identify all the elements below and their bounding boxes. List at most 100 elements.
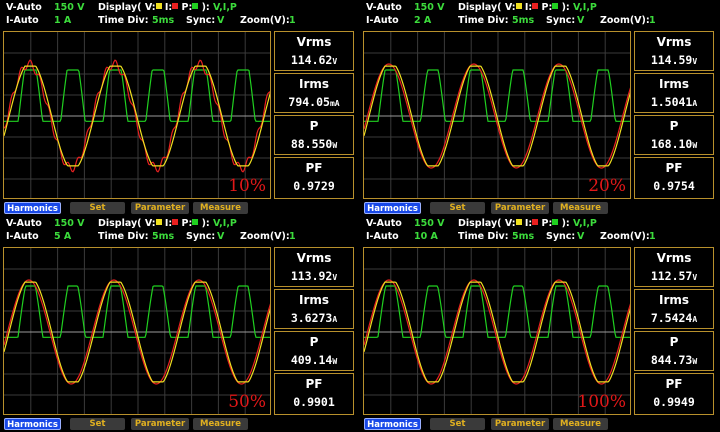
power-label: P xyxy=(309,119,319,133)
vrms-unit: V xyxy=(332,273,338,282)
current-range-value[interactable]: 10 A xyxy=(414,231,438,242)
load-percentage: 20% xyxy=(588,176,626,196)
set-button[interactable]: Set xyxy=(70,418,125,430)
vrms-unit: V xyxy=(692,273,698,282)
current-range-value[interactable]: 2 A xyxy=(414,15,431,26)
panel-header: V-Auto 150 V Display( V: I: P: ): V,I,P … xyxy=(0,216,357,246)
load-percentage: 10% xyxy=(228,176,266,196)
zoom-label: Zoom(V): xyxy=(240,15,290,26)
current-range-mode[interactable]: I-Auto xyxy=(366,231,399,242)
irms-unit: mA xyxy=(329,99,340,108)
sync-label: Sync: xyxy=(546,15,576,26)
voltage-range-mode[interactable]: V-Auto xyxy=(366,218,402,229)
vrms-value: 114.62 xyxy=(290,53,333,67)
harmonics-button[interactable]: Harmonics xyxy=(364,418,421,430)
harmonics-button[interactable]: Harmonics xyxy=(4,418,61,430)
vrms-readout: Vrms 113.92V xyxy=(274,247,354,287)
harmonics-button[interactable]: Harmonics xyxy=(364,202,421,214)
waveform-plot xyxy=(364,248,630,414)
analyzer-panel: V-Auto 150 V Display( V: I: P: ): V,I,P … xyxy=(360,0,717,214)
softkey-bar: Harmonics Set Parameter Measure xyxy=(0,418,357,430)
pf-label: PF xyxy=(665,161,683,175)
sync-value[interactable]: V xyxy=(217,15,224,26)
irms-readout: Irms 1.5041A xyxy=(634,73,714,113)
measurement-panel: Vrms 112.57V Irms 7.5424A P 844.73W PF 0… xyxy=(634,247,714,415)
set-button[interactable]: Set xyxy=(430,418,485,430)
panel-header: V-Auto 150 V Display( V: I: P: ): V,I,P … xyxy=(0,0,357,30)
voltage-range-value[interactable]: 150 V xyxy=(54,218,85,229)
voltage-range-value[interactable]: 150 V xyxy=(414,218,445,229)
irms-unit: A xyxy=(692,99,698,108)
irms-readout: Irms 7.5424A xyxy=(634,289,714,329)
set-button[interactable]: Set xyxy=(430,202,485,214)
time-div-value[interactable]: 5ms xyxy=(152,231,174,242)
voltage-range-mode[interactable]: V-Auto xyxy=(366,2,402,13)
pf-readout: PF 0.9949 xyxy=(634,373,714,415)
zoom-value[interactable]: 1 xyxy=(649,231,656,242)
parameter-button[interactable]: Parameter xyxy=(491,202,549,214)
pf-value: 0.9729 xyxy=(293,179,335,193)
vrms-value: 114.59 xyxy=(650,53,693,67)
pf-label: PF xyxy=(305,161,323,175)
softkey-bar: Harmonics Set Parameter Measure xyxy=(360,202,717,214)
analyzer-panel: V-Auto 150 V Display( V: I: P: ): V,I,P … xyxy=(0,216,357,430)
sync-value[interactable]: V xyxy=(577,15,584,26)
voltage-range-mode[interactable]: V-Auto xyxy=(6,218,42,229)
softkey-bar: Harmonics Set Parameter Measure xyxy=(0,202,357,214)
parameter-button[interactable]: Parameter xyxy=(491,418,549,430)
voltage-range-mode[interactable]: V-Auto xyxy=(6,2,42,13)
measure-button[interactable]: Measure xyxy=(553,418,608,430)
pf-readout: PF 0.9901 xyxy=(274,373,354,415)
display-setting[interactable]: Display( V: I: P: ): V,I,P xyxy=(98,218,237,229)
display-setting[interactable]: Display( V: I: P: ): V,I,P xyxy=(458,2,597,13)
display-setting[interactable]: Display( V: I: P: ): V,I,P xyxy=(98,2,237,13)
power-unit: W xyxy=(332,357,338,366)
parameter-button[interactable]: Parameter xyxy=(131,202,189,214)
current-range-mode[interactable]: I-Auto xyxy=(6,15,39,26)
power-value: 168.10 xyxy=(650,137,693,151)
vrms-label: Vrms xyxy=(656,35,692,49)
sync-value[interactable]: V xyxy=(217,231,224,242)
time-div-value[interactable]: 5ms xyxy=(152,15,174,26)
time-div-value[interactable]: 5ms xyxy=(512,15,534,26)
current-range-value[interactable]: 1 A xyxy=(54,15,71,26)
power-unit: W xyxy=(332,141,338,150)
vrms-unit: V xyxy=(332,57,338,66)
measure-button[interactable]: Measure xyxy=(553,202,608,214)
power-readout: P 409.14W xyxy=(274,331,354,371)
vrms-label: Vrms xyxy=(296,251,332,265)
measurement-panel: Vrms 113.92V Irms 3.6273A P 409.14W PF 0… xyxy=(274,247,354,415)
waveform-display: 100% xyxy=(363,247,631,415)
sync-value[interactable]: V xyxy=(577,231,584,242)
measure-button[interactable]: Measure xyxy=(193,202,248,214)
power-label: P xyxy=(669,335,679,349)
sync-label: Sync: xyxy=(186,15,216,26)
waveform-plot xyxy=(4,32,270,198)
pf-value: 0.9949 xyxy=(653,395,695,409)
time-div-value[interactable]: 5ms xyxy=(512,231,534,242)
current-range-value[interactable]: 5 A xyxy=(54,231,71,242)
load-percentage: 50% xyxy=(228,392,266,412)
vrms-label: Vrms xyxy=(656,251,692,265)
vrms-readout: Vrms 114.59V xyxy=(634,31,714,71)
current-range-mode[interactable]: I-Auto xyxy=(366,15,399,26)
power-value: 409.14 xyxy=(290,353,333,367)
set-button[interactable]: Set xyxy=(70,202,125,214)
zoom-value[interactable]: 1 xyxy=(289,231,296,242)
voltage-range-value[interactable]: 150 V xyxy=(54,2,85,13)
irms-value: 1.5041 xyxy=(650,95,693,109)
vrms-readout: Vrms 114.62V xyxy=(274,31,354,71)
parameter-button[interactable]: Parameter xyxy=(131,418,189,430)
current-range-mode[interactable]: I-Auto xyxy=(6,231,39,242)
measure-button[interactable]: Measure xyxy=(193,418,248,430)
zoom-value[interactable]: 1 xyxy=(289,15,296,26)
pf-readout: PF 0.9754 xyxy=(634,157,714,199)
softkey-bar: Harmonics Set Parameter Measure xyxy=(360,418,717,430)
pf-value: 0.9754 xyxy=(653,179,695,193)
panel-header: V-Auto 150 V Display( V: I: P: ): V,I,P … xyxy=(360,216,717,246)
zoom-value[interactable]: 1 xyxy=(649,15,656,26)
voltage-range-value[interactable]: 150 V xyxy=(414,2,445,13)
power-unit: W xyxy=(692,141,698,150)
harmonics-button[interactable]: Harmonics xyxy=(4,202,61,214)
display-setting[interactable]: Display( V: I: P: ): V,I,P xyxy=(458,218,597,229)
